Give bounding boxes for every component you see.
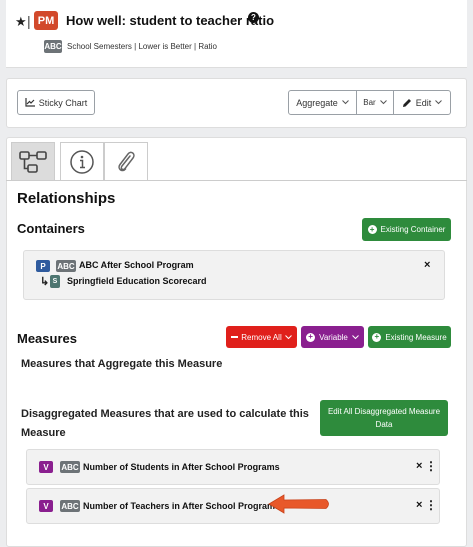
edit-dropdown[interactable]: Edit xyxy=(393,90,451,115)
help-icon[interactable]: ? xyxy=(248,12,259,23)
measure-name[interactable]: Number of Teachers in After School Progr… xyxy=(83,501,280,511)
measure-header xyxy=(6,0,467,68)
minus-icon xyxy=(231,336,239,338)
tabs-divider xyxy=(6,180,467,181)
container-item xyxy=(23,250,445,300)
chevron-down-icon xyxy=(284,334,292,339)
child-arrow-icon: ↳ xyxy=(40,276,50,288)
aggregate-measures-heading: Measures that Aggregate this Measure xyxy=(21,358,223,370)
variable-badge: V xyxy=(39,461,53,473)
line-chart-icon xyxy=(25,98,35,107)
disaggregated-measures-heading: Disaggregated Measures that are used to … xyxy=(21,408,309,439)
remove-all-label: Remove All xyxy=(241,332,282,342)
existing-container-label: Existing Container xyxy=(380,225,446,234)
chart-type-label: Bar xyxy=(363,98,376,107)
tab-attachments[interactable] xyxy=(104,142,148,180)
close-icon[interactable]: × xyxy=(416,460,422,472)
tab-info[interactable] xyxy=(60,142,104,180)
sticky-chart-label: Sticky Chart xyxy=(38,97,88,108)
chevron-down-icon xyxy=(341,100,349,105)
annotation-arrow-icon xyxy=(268,494,329,514)
existing-measure-button[interactable]: + Existing Measure xyxy=(368,326,451,348)
more-menu-icon[interactable]: ⋮ xyxy=(425,498,437,512)
measure-subtitle: School Semesters | Lower is Better | Rat… xyxy=(67,42,217,51)
variable-badge: V xyxy=(39,500,53,512)
chart-type-dropdown[interactable]: Bar xyxy=(356,90,394,115)
pencil-icon xyxy=(402,98,411,107)
chevron-down-icon xyxy=(379,100,387,105)
aggregate-label: Aggregate xyxy=(296,97,338,108)
remove-all-button[interactable]: Remove All xyxy=(226,326,297,348)
containers-heading: Containers xyxy=(17,221,85,236)
abc-badge: ABC xyxy=(44,40,62,53)
close-icon[interactable]: × xyxy=(416,499,422,511)
more-menu-icon[interactable]: ⋮ xyxy=(425,459,437,473)
measure-name[interactable]: Number of Students in After School Progr… xyxy=(83,462,280,472)
tab-relationships[interactable] xyxy=(11,142,55,180)
page-title: How well: student to teacher ratio xyxy=(66,13,275,28)
aggregate-dropdown[interactable]: Aggregate xyxy=(288,90,357,115)
edit-all-disaggregated-button[interactable]: Edit All Disaggregated Measure Data xyxy=(320,400,448,436)
paperclip-icon xyxy=(118,151,135,171)
close-icon[interactable]: × xyxy=(424,259,430,271)
measures-heading: Measures xyxy=(17,331,77,346)
chevron-down-icon xyxy=(435,100,443,105)
sticky-chart-button[interactable]: Sticky Chart xyxy=(17,90,95,115)
star-icon[interactable]: ★ xyxy=(15,15,27,30)
plus-circle-icon: + xyxy=(372,332,382,342)
chevron-down-icon xyxy=(352,334,359,339)
info-icon xyxy=(70,149,94,174)
plus-circle-icon: + xyxy=(367,225,377,234)
existing-measure-label: Existing Measure xyxy=(385,332,447,342)
scorecard-name[interactable]: Springfield Education Scorecard xyxy=(67,276,207,286)
abc-badge: ABC xyxy=(60,461,80,473)
variable-button[interactable]: + Variable xyxy=(301,326,364,348)
edit-label: Edit xyxy=(415,97,432,108)
variable-label: Variable xyxy=(319,332,348,342)
plus-circle-icon: + xyxy=(306,332,316,342)
abc-badge: ABC xyxy=(60,500,80,512)
pm-badge: PM xyxy=(34,11,58,30)
program-badge: P xyxy=(36,260,50,272)
existing-container-button[interactable]: + Existing Container xyxy=(362,218,451,241)
header-divider: | xyxy=(27,13,31,29)
relationships-heading: Relationships xyxy=(17,190,116,207)
relationships-icon xyxy=(19,150,47,173)
abc-badge: ABC xyxy=(56,260,76,272)
container-name[interactable]: ABC After School Program xyxy=(79,260,194,270)
scorecard-badge: S xyxy=(50,275,60,288)
